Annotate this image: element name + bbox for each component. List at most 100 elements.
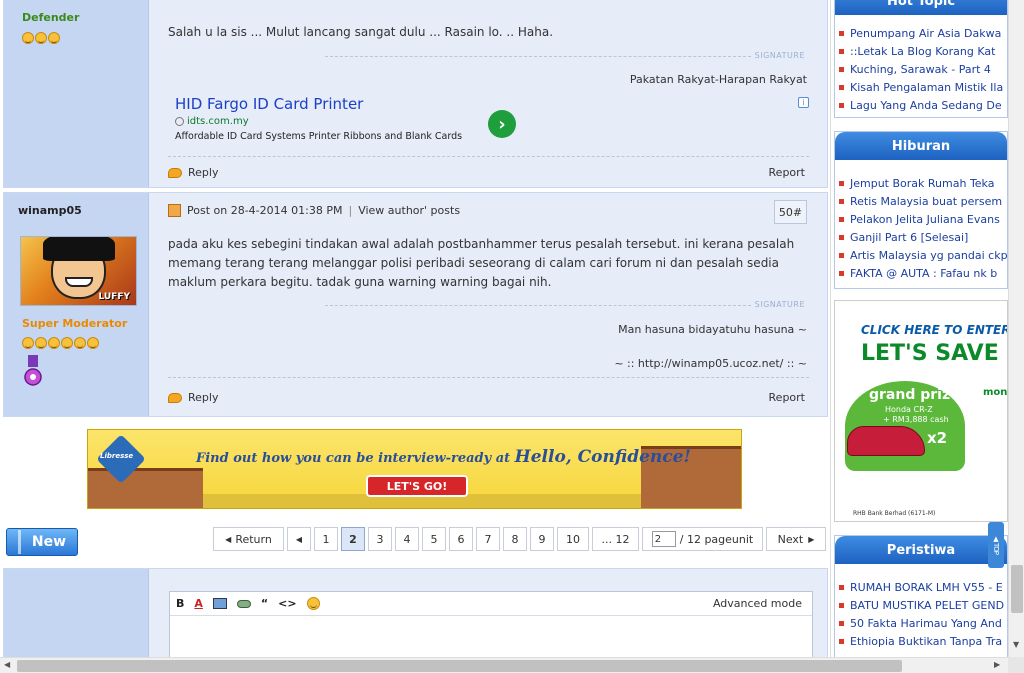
rank-smileys bbox=[22, 337, 99, 349]
author-name[interactable]: winamp05 bbox=[18, 204, 82, 217]
ad-line-1: CLICK HERE TO ENTER THI bbox=[861, 323, 1008, 337]
signature-divider bbox=[325, 56, 751, 57]
link-icon[interactable] bbox=[236, 599, 251, 608]
list-item[interactable]: RUMAH BORAK LMH V55 - E bbox=[839, 578, 1007, 596]
list-item[interactable]: Kisah Pengalaman Mistik Ila bbox=[839, 78, 1007, 96]
forum-post: winamp05 LUFFY Super Moderator Post on 2… bbox=[3, 192, 828, 417]
ad-url[interactable]: idts.com.my bbox=[175, 116, 495, 127]
list-item[interactable]: Kuching, Sarawak - Part 4 bbox=[839, 60, 1007, 78]
reply-button[interactable]: Reply bbox=[168, 391, 218, 404]
banner-cta-button[interactable]: LET'S GO! bbox=[366, 475, 468, 497]
hot-topic-list: Penumpang Air Asia Dakwa ::Letak La Blog… bbox=[835, 15, 1007, 114]
list-item[interactable]: Ganjil Part 6 [Selesai] bbox=[839, 228, 1007, 246]
avatar[interactable]: LUFFY bbox=[20, 236, 137, 306]
list-item[interactable]: Jemput Borak Rumah Teka bbox=[839, 174, 1007, 192]
signature-divider bbox=[325, 305, 751, 306]
list-item[interactable]: Artis Malaysia yg pandai ckp bbox=[839, 246, 1007, 264]
sidebar: Hot Topic Penumpang Air Asia Dakwa ::Let… bbox=[830, 0, 1010, 657]
separator: | bbox=[348, 204, 353, 217]
report-link[interactable]: Report bbox=[769, 391, 805, 404]
quote-icon[interactable]: “ bbox=[261, 597, 268, 610]
page-link[interactable]: 8 bbox=[503, 527, 527, 551]
page-link[interactable]: 7 bbox=[476, 527, 500, 551]
banner-headline-brand: Hello, Confidence! bbox=[514, 447, 691, 467]
scrollbar-thumb[interactable] bbox=[1011, 565, 1023, 613]
next-page-button[interactable]: Next ▶ bbox=[766, 527, 826, 551]
post-number[interactable]: 50# bbox=[774, 200, 807, 224]
avatar-mouth bbox=[65, 277, 93, 287]
widget-title: Hiburan bbox=[835, 132, 1007, 160]
code-icon[interactable]: <> bbox=[278, 597, 296, 610]
list-item[interactable]: Retis Malaysia buat persem bbox=[839, 192, 1007, 210]
banner-headline-text: Find out how you can be interview-ready … bbox=[196, 451, 511, 466]
last-page-link[interactable]: ... 12 bbox=[592, 527, 639, 551]
view-author-posts-link[interactable]: View author' posts bbox=[358, 204, 460, 217]
next-label: Next bbox=[777, 532, 804, 546]
page-link[interactable]: 10 bbox=[557, 527, 589, 551]
reply-label: Reply bbox=[188, 391, 219, 404]
smiley-icon bbox=[35, 337, 47, 349]
avatar-hair bbox=[43, 237, 115, 261]
scrollbar-thumb[interactable] bbox=[17, 660, 902, 672]
page-link[interactable]: 6 bbox=[449, 527, 473, 551]
list-item[interactable]: Ethiopia Buktikan Tanpa Tra bbox=[839, 632, 1007, 650]
list-item[interactable]: BATU MUSTIKA PELET GEND bbox=[839, 596, 1007, 614]
sidebar-ad[interactable]: CLICK HERE TO ENTER THI LET'S SAVE CO gr… bbox=[834, 300, 1008, 522]
advanced-mode-link[interactable]: Advanced mode bbox=[713, 597, 802, 610]
forum-post: Defender Salah u la sis ... Mulut lancan… bbox=[3, 0, 828, 188]
smiley-icon[interactable] bbox=[306, 597, 320, 610]
report-link[interactable]: Report bbox=[769, 166, 805, 179]
banner-ad[interactable]: Libresse Find out how you can be intervi… bbox=[87, 429, 742, 509]
prev-page-button[interactable]: ◀ bbox=[287, 527, 311, 551]
signature-text: Pakatan Rakyat-Harapan Rakyat bbox=[629, 73, 807, 86]
ad-prize-cash: + RM3,888 cash bbox=[883, 415, 949, 424]
page-link[interactable]: 3 bbox=[368, 527, 392, 551]
signature-line-2[interactable]: ~ :: http://winamp05.ucoz.net/ :: ~ bbox=[614, 357, 807, 370]
scroll-down-icon[interactable]: ▼ bbox=[1013, 640, 1019, 649]
smiley-icon bbox=[22, 32, 34, 44]
page-jump-input[interactable]: 2 bbox=[651, 531, 676, 547]
list-item[interactable]: Penumpang Air Asia Dakwa bbox=[839, 24, 1007, 42]
hiburan-widget: Hiburan Jemput Borak Rumah Teka Retis Ma… bbox=[834, 131, 1008, 289]
ad-title-link[interactable]: HID Fargo ID Card Printer bbox=[175, 95, 495, 113]
ad-info-icon[interactable]: i bbox=[798, 97, 809, 108]
list-item[interactable]: ::Letak La Blog Korang Kat bbox=[839, 42, 1007, 60]
post-author-panel: Defender bbox=[4, 0, 149, 187]
ad-footer: RHB Bank Berhad (6171-M) bbox=[853, 510, 936, 517]
banner-headline: Find out how you can be interview-ready … bbox=[196, 447, 691, 467]
brand-logo-text: Libresse bbox=[100, 452, 134, 460]
signature-label: SIGNATURE bbox=[754, 300, 805, 309]
vertical-scrollbar[interactable]: ▼ bbox=[1008, 0, 1024, 657]
post-meta: Post on 28-4-2014 01:38 PM | View author… bbox=[168, 204, 460, 217]
page-link[interactable]: 5 bbox=[422, 527, 446, 551]
scroll-right-icon[interactable]: ▶ bbox=[994, 660, 1000, 669]
page-link[interactable]: 9 bbox=[530, 527, 554, 551]
page-link[interactable]: 1 bbox=[314, 527, 338, 551]
font-color-icon[interactable]: A bbox=[194, 597, 203, 610]
scroll-left-icon[interactable]: ◀ bbox=[4, 660, 10, 669]
list-item[interactable]: FAKTA @ AUTA : Fafau nk b bbox=[839, 264, 1007, 282]
forum-main: Defender Salah u la sis ... Mulut lancan… bbox=[0, 0, 830, 657]
car-image bbox=[847, 426, 925, 456]
list-item[interactable]: 50 Fakta Harimau Yang And bbox=[839, 614, 1007, 632]
back-to-top-button[interactable]: ▲ TOP bbox=[988, 522, 1004, 568]
text-ad[interactable]: HID Fargo ID Card Printer idts.com.my Af… bbox=[175, 95, 495, 155]
ad-arrow-icon[interactable]: › bbox=[488, 110, 516, 138]
page-link-current[interactable]: 2 bbox=[341, 527, 365, 551]
new-thread-button[interactable]: New bbox=[6, 528, 78, 556]
horizontal-scrollbar[interactable]: ◀ ▶ bbox=[0, 657, 1008, 673]
ad-monthly: mont bbox=[983, 387, 1008, 398]
post-content: pada aku kes sebegini tindakan awal adal… bbox=[168, 237, 795, 289]
smiley-icon bbox=[48, 337, 60, 349]
reply-editor[interactable]: B A “ <> Advanced mode bbox=[169, 591, 813, 657]
list-item[interactable]: Lagu Yang Anda Sedang De bbox=[839, 96, 1007, 114]
pagination: ◀ Return ◀ 1 2 3 4 5 6 7 8 9 10 ... 12 2… bbox=[213, 527, 826, 551]
list-item[interactable]: Pelakon Jelita Juliana Evans bbox=[839, 210, 1007, 228]
reply-button[interactable]: Reply bbox=[168, 166, 218, 179]
return-button[interactable]: ◀ Return bbox=[213, 527, 284, 551]
image-icon[interactable] bbox=[212, 598, 227, 609]
signature-label: SIGNATURE bbox=[754, 51, 805, 60]
reply-author-panel bbox=[4, 569, 149, 657]
page-link[interactable]: 4 bbox=[395, 527, 419, 551]
bold-icon[interactable]: B bbox=[176, 597, 184, 610]
